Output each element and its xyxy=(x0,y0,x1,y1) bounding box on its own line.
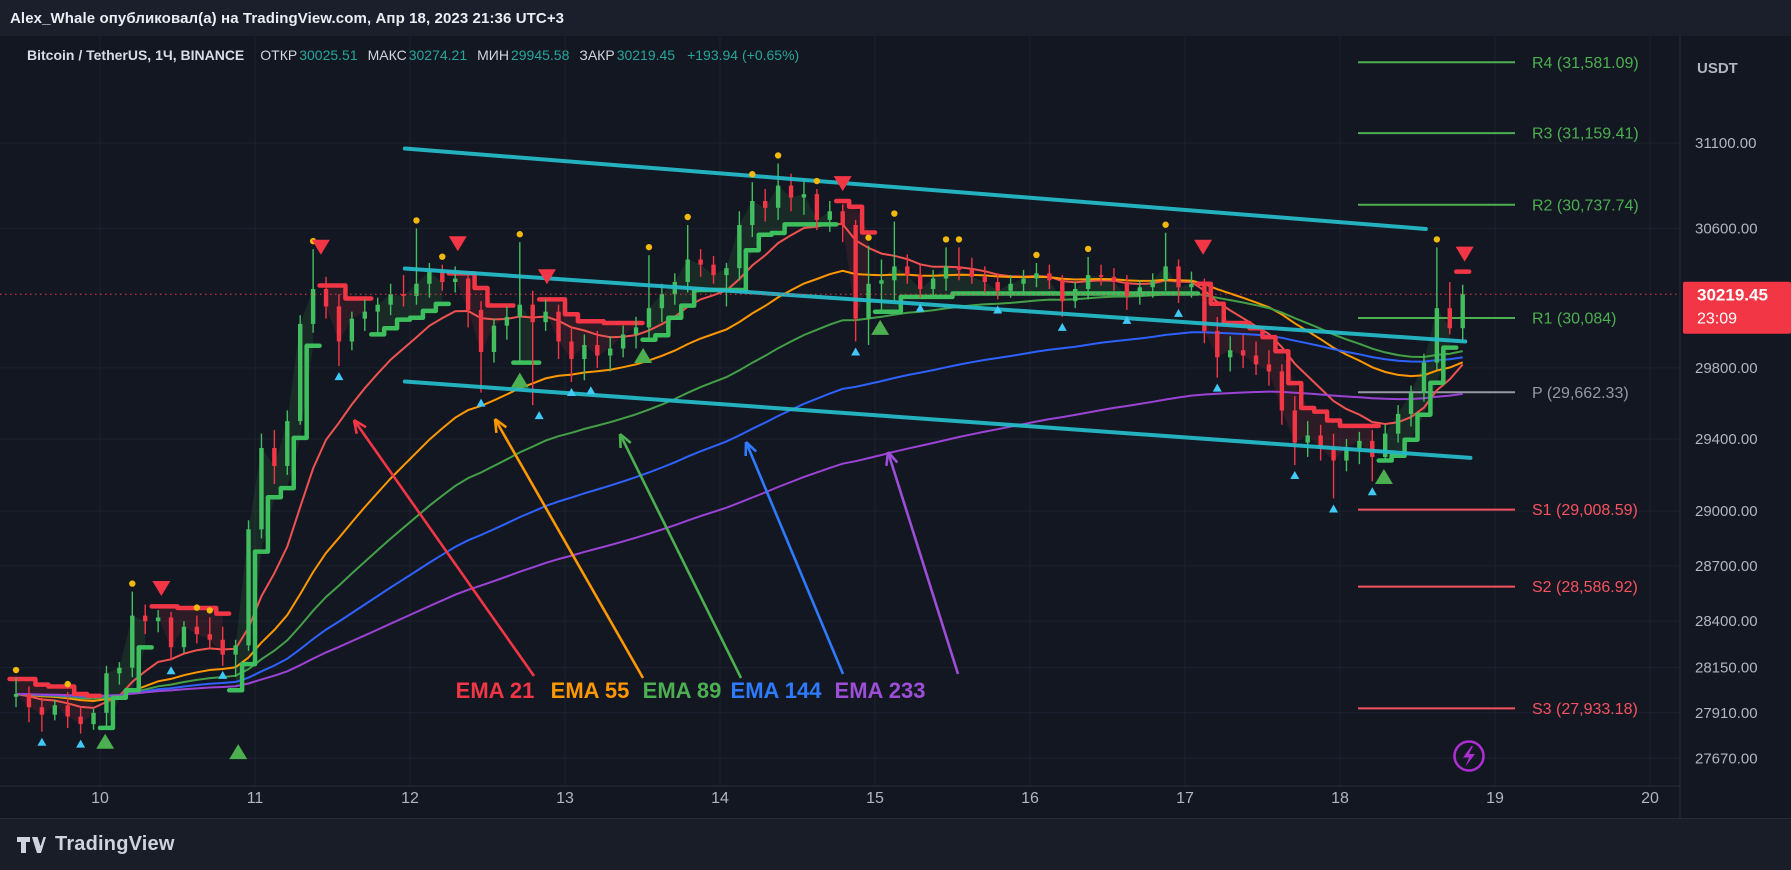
time-tick-label: 19 xyxy=(1486,790,1504,807)
time-tick-label: 10 xyxy=(91,790,109,807)
price-tick-label: 28400.00 xyxy=(1695,613,1758,630)
high-value: 30274.21 xyxy=(408,47,468,63)
candle-countdown: 23:09 xyxy=(1697,310,1737,327)
last-price-value: 30219.45 xyxy=(1697,285,1768,304)
time-tick-label: 12 xyxy=(401,790,419,807)
pivot-label-R2: R2 (30,737.74) xyxy=(1532,197,1639,214)
tradingview-published-chart: Alex_Whale опубликовал(а) на TradingView… xyxy=(0,0,1791,870)
price-tick-label: 29400.00 xyxy=(1695,431,1758,448)
price-tick-label: 27910.00 xyxy=(1695,705,1758,722)
ema-label: EMA 89 xyxy=(643,678,722,703)
close-value: 30219.45 xyxy=(616,47,676,63)
high-label: МАКС xyxy=(367,47,407,63)
price-tick-label: 31100.00 xyxy=(1695,135,1756,152)
ema-label: EMA 55 xyxy=(551,678,630,703)
chart-canvas[interactable]: USDT 31100.00 30600.00 29800.00 29400.00 2900… xyxy=(0,0,1791,870)
price-tick-label: 28150.00 xyxy=(1695,660,1758,677)
ema-label: EMA 21 xyxy=(456,678,535,703)
pivot-label-P: P (29,662.33) xyxy=(1532,385,1629,402)
pivot-label-S3: S3 (27,933.18) xyxy=(1532,701,1638,718)
time-tick-label: 17 xyxy=(1176,790,1194,807)
time-tick-label: 18 xyxy=(1331,790,1349,807)
ema-label: EMA 144 xyxy=(731,678,823,703)
symbol-title[interactable]: Bitcoin / TetherUS, 1Ч, BINANCE xyxy=(27,47,244,63)
price-tick-label: 30600.00 xyxy=(1695,220,1758,237)
price-tick-label: 29800.00 xyxy=(1695,360,1758,377)
pivot-label-R1: R1 (30,084) xyxy=(1532,310,1617,327)
symbol-legend[interactable]: Bitcoin / TetherUS, 1Ч, BINANCE ОТКР 3002… xyxy=(27,47,799,63)
open-label: ОТКР xyxy=(260,47,298,63)
pivot-label-R3: R3 (31,159.41) xyxy=(1532,126,1639,143)
time-tick-label: 15 xyxy=(866,790,884,807)
open-value: 30025.51 xyxy=(299,47,358,63)
change-value: +193.94 (+0.65%) xyxy=(687,47,800,63)
low-label: МИН xyxy=(477,47,509,63)
close-label: ЗАКР xyxy=(579,47,615,63)
axis-currency-label: USDT xyxy=(1697,60,1738,77)
ema-label: EMA 233 xyxy=(835,678,926,703)
time-tick-label: 20 xyxy=(1641,790,1659,807)
price-tick-label: 29000.00 xyxy=(1695,503,1758,520)
pivot-label-S1: S1 (29,008.59) xyxy=(1532,502,1638,519)
time-tick-label: 16 xyxy=(1021,790,1039,807)
pivot-label-S2: S2 (28,586.92) xyxy=(1532,579,1638,596)
time-tick-label: 14 xyxy=(711,790,729,807)
price-tick-label: 27670.00 xyxy=(1695,750,1758,767)
time-tick-label: 11 xyxy=(247,790,264,807)
time-tick-label: 13 xyxy=(556,790,574,807)
price-tick-label: 28700.00 xyxy=(1695,558,1758,575)
pivot-label-R4: R4 (31,581.09) xyxy=(1532,55,1639,72)
low-value: 29945.58 xyxy=(510,47,570,63)
